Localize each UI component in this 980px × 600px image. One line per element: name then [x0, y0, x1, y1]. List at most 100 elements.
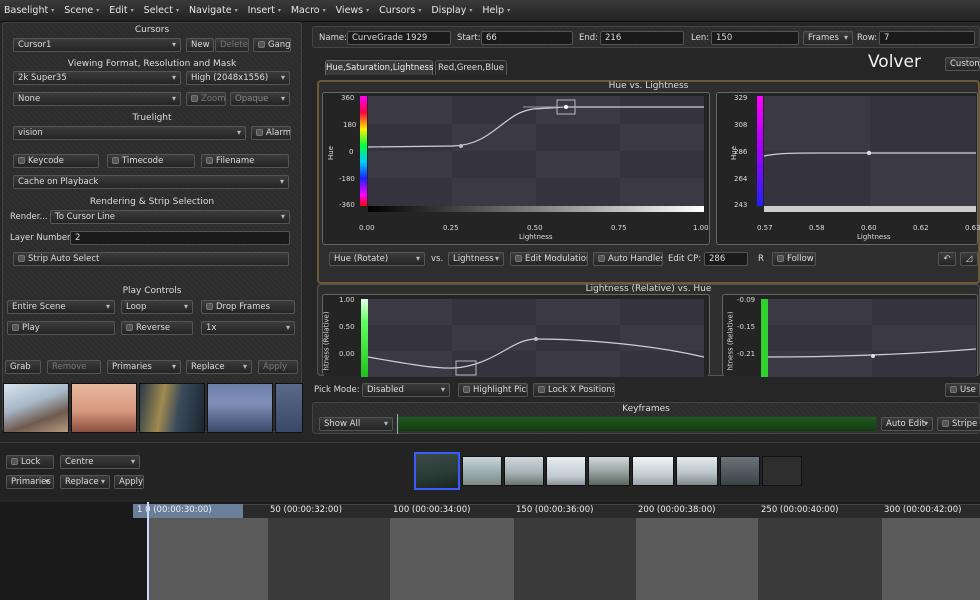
speed-select[interactable]: 1x: [201, 321, 295, 335]
render-select[interactable]: To Cursor Line: [50, 210, 290, 224]
timeline-lane-3[interactable]: [390, 518, 514, 600]
keycode-toggle[interactable]: Keycode: [13, 154, 99, 168]
strip-thumb-5[interactable]: [588, 456, 630, 486]
reverse-button[interactable]: Reverse: [121, 321, 193, 335]
edit-cp-field[interactable]: 286: [704, 252, 748, 266]
gallery-thumb-4[interactable]: [207, 383, 273, 433]
highlight-pick-toggle[interactable]: Highlight Pick: [458, 383, 528, 397]
strip-thumb-9[interactable]: [762, 456, 802, 486]
timecode-toggle[interactable]: Timecode: [107, 154, 195, 168]
end-field[interactable]: 216: [600, 31, 684, 45]
row-field[interactable]: 7: [879, 31, 975, 45]
strip-thumb-7[interactable]: [676, 456, 718, 486]
keyframes-track[interactable]: [397, 416, 877, 432]
timeline-lane-1[interactable]: [148, 518, 268, 600]
menu-baselight[interactable]: Baselight ▾: [4, 5, 54, 16]
drop-frames-toggle[interactable]: Drop Frames: [201, 300, 295, 314]
menu-scene[interactable]: Scene ▾: [64, 5, 99, 16]
timeline-lane-2[interactable]: [268, 518, 390, 600]
gallery-replace-select[interactable]: Replace: [186, 360, 252, 374]
filename-toggle[interactable]: Filename: [201, 154, 289, 168]
timeline-lane-5[interactable]: [636, 518, 758, 600]
timeline-lane-6[interactable]: [758, 518, 882, 600]
timeline-replace-select[interactable]: Replace: [60, 475, 110, 489]
grab-button[interactable]: Grab: [5, 360, 41, 374]
cursor-select[interactable]: Cursor1: [13, 38, 181, 52]
side-lightness-point[interactable]: [871, 354, 875, 358]
cursors-title: Cursors: [134, 25, 170, 35]
tab-hsl[interactable]: Hue,Saturation,Lightness: [325, 60, 433, 75]
side-curve-point[interactable]: [866, 150, 872, 156]
play-button[interactable]: Play: [7, 321, 115, 335]
use-m-toggle[interactable]: Use M: [945, 383, 980, 397]
graph1-side-x-tick: 0.62: [913, 224, 929, 232]
start-field[interactable]: 66: [481, 31, 573, 45]
timeline-apply-button[interactable]: Apply: [114, 475, 144, 489]
menu-help[interactable]: Help ▾: [482, 5, 510, 16]
menu-insert[interactable]: Insert ▾: [248, 5, 281, 16]
menu-display[interactable]: Display ▾: [431, 5, 472, 16]
timeline-primaries-select[interactable]: Primaries: [6, 475, 54, 489]
axis-select[interactable]: Lightness: [448, 252, 504, 266]
lock-x-positions-toggle[interactable]: Lock X Positions: [533, 383, 615, 397]
gallery-thumb-3[interactable]: [139, 383, 205, 433]
gallery-thumb-1[interactable]: [3, 383, 69, 433]
gallery-thumb-2[interactable]: [71, 383, 137, 433]
menu-navigate[interactable]: Navigate ▾: [189, 5, 238, 16]
keyframe-cursor[interactable]: [397, 414, 398, 434]
menu-views[interactable]: Views ▾: [336, 5, 370, 16]
graph-mode-icon[interactable]: ◿: [960, 252, 978, 266]
timeline-lane-4[interactable]: [514, 518, 636, 600]
curve-point-1[interactable]: [459, 144, 463, 148]
remove-button[interactable]: Remove: [47, 360, 101, 374]
timeline-lane-7[interactable]: [882, 518, 980, 600]
lock-toggle[interactable]: Lock: [6, 455, 54, 469]
units-select[interactable]: Frames: [803, 31, 853, 45]
cache-select[interactable]: Cache on Playback: [13, 175, 289, 189]
menu-edit[interactable]: Edit ▾: [109, 5, 133, 16]
strip-thumb-current[interactable]: [414, 452, 460, 490]
strip-thumb-4[interactable]: [546, 456, 586, 486]
lightness-point[interactable]: [534, 337, 538, 341]
play-mode-select[interactable]: Loop: [121, 300, 193, 314]
len-field[interactable]: 150: [711, 31, 799, 45]
undo-icon[interactable]: ↶: [938, 252, 956, 266]
channel-select[interactable]: Hue (Rotate): [329, 252, 425, 266]
mask-select[interactable]: None: [13, 92, 181, 106]
play-scope-select[interactable]: Entire Scene: [7, 300, 115, 314]
strip-thumb-3[interactable]: [504, 456, 544, 486]
follow-toggle[interactable]: Follow: [772, 252, 816, 266]
gallery-apply-button[interactable]: Apply: [258, 360, 298, 374]
new-cursor-button[interactable]: New: [186, 38, 214, 52]
name-field[interactable]: CurveGrade 1929: [347, 31, 451, 45]
layer-number-field[interactable]: 2: [70, 231, 290, 245]
zoom-toggle[interactable]: Zoom: [186, 92, 226, 106]
menu-cursors[interactable]: Cursors ▾: [379, 5, 421, 16]
opaque-select[interactable]: Opaque: [230, 92, 290, 106]
strip-thumb-6[interactable]: [632, 456, 674, 486]
show-all-select[interactable]: Show All: [319, 417, 393, 431]
auto-edit-select[interactable]: Auto Edit: [881, 417, 933, 431]
format-select[interactable]: 2k Super35: [13, 71, 181, 85]
menu-select[interactable]: Select ▾: [144, 5, 179, 16]
gallery-thumb-5[interactable]: [275, 383, 303, 433]
truelight-select[interactable]: vision: [13, 126, 246, 140]
customise-button[interactable]: Customi: [945, 57, 980, 71]
playhead[interactable]: [147, 502, 149, 600]
strip-auto-select-toggle[interactable]: Strip Auto Select: [13, 252, 289, 266]
alarm-toggle[interactable]: Alarm: [251, 126, 291, 140]
gang-toggle[interactable]: Gang: [253, 38, 291, 52]
stripe-toggle[interactable]: Stripe: [937, 417, 980, 431]
menu-arrow-icon: ▾: [469, 7, 473, 14]
edit-modulation-toggle[interactable]: Edit Modulation: [510, 252, 588, 266]
menu-macro[interactable]: Macro ▾: [291, 5, 326, 16]
strip-thumb-8[interactable]: [720, 456, 760, 486]
resolution-select[interactable]: High (2048x1556): [186, 71, 290, 85]
gallery-primaries-select[interactable]: Primaries: [107, 360, 181, 374]
pick-mode-select[interactable]: Disabled: [362, 383, 450, 397]
auto-handles-toggle[interactable]: Auto Handles: [593, 252, 663, 266]
tab-rgb[interactable]: Red,Green,Blue: [435, 60, 507, 75]
strip-thumb-2[interactable]: [462, 456, 502, 486]
delete-cursor-button[interactable]: Delete: [215, 38, 249, 52]
centre-select[interactable]: Centre: [60, 455, 140, 469]
